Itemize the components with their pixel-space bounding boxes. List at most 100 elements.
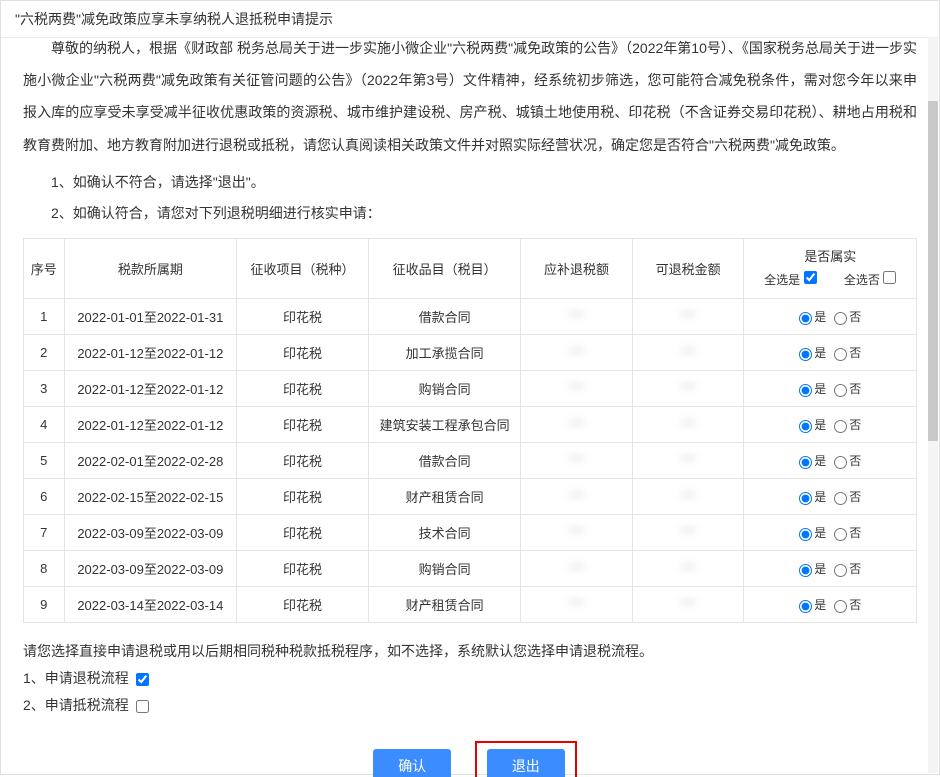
row-yes[interactable]: 是 (799, 418, 826, 432)
cell-supp: *** (521, 479, 633, 515)
cell-supp: *** (521, 371, 633, 407)
row-no-radio[interactable] (834, 600, 847, 613)
th-taxtype: 征收项目（税种） (237, 239, 369, 299)
process-refund-checkbox[interactable] (136, 673, 149, 686)
row-yes[interactable]: 是 (799, 562, 826, 576)
row-yes[interactable]: 是 (799, 598, 826, 612)
row-no-radio[interactable] (834, 528, 847, 541)
cell-refund: *** (632, 587, 744, 623)
confirm-button[interactable]: 确认 (373, 749, 451, 777)
cell-verify: 是否 (744, 479, 917, 515)
scrollbar-thumb[interactable] (928, 101, 938, 441)
row-no[interactable]: 否 (834, 562, 861, 576)
row-no-radio[interactable] (834, 564, 847, 577)
select-all-no[interactable]: 全选否 (844, 271, 896, 290)
cell-verify: 是否 (744, 587, 917, 623)
cell-period: 2022-02-15至2022-02-15 (64, 479, 237, 515)
cell-taxtype: 印花税 (237, 407, 369, 443)
row-no[interactable]: 否 (834, 310, 861, 324)
row-yes-radio[interactable] (799, 492, 812, 505)
row-yes[interactable]: 是 (799, 490, 826, 504)
cell-item: 借款合同 (368, 299, 520, 335)
row-no-radio[interactable] (834, 492, 847, 505)
row-no[interactable]: 否 (834, 382, 861, 396)
th-refund: 可退税金额 (632, 239, 744, 299)
row-yes-radio[interactable] (799, 420, 812, 433)
cell-seq: 3 (24, 371, 65, 407)
cell-taxtype: 印花税 (237, 443, 369, 479)
row-yes[interactable]: 是 (799, 382, 826, 396)
table-row: 52022-02-01至2022-02-28印花税借款合同******是否 (24, 443, 917, 479)
row-yes-radio[interactable] (799, 348, 812, 361)
cell-seq: 4 (24, 407, 65, 443)
row-yes-radio[interactable] (799, 600, 812, 613)
table-row: 62022-02-15至2022-02-15印花税财产租赁合同******是否 (24, 479, 917, 515)
select-all-yes-checkbox[interactable] (804, 271, 817, 284)
cell-period: 2022-01-12至2022-01-12 (64, 371, 237, 407)
cell-refund: *** (632, 551, 744, 587)
row-no[interactable]: 否 (834, 418, 861, 432)
button-row: 确认 退出 (23, 741, 917, 777)
cell-verify: 是否 (744, 371, 917, 407)
cell-refund: *** (632, 371, 744, 407)
cell-refund: *** (632, 299, 744, 335)
cell-seq: 2 (24, 335, 65, 371)
row-no-radio[interactable] (834, 420, 847, 433)
cell-period: 2022-01-12至2022-01-12 (64, 407, 237, 443)
cell-seq: 1 (24, 299, 65, 335)
cell-period: 2022-01-12至2022-01-12 (64, 335, 237, 371)
process-credit-checkbox[interactable] (136, 700, 149, 713)
cell-supp: *** (521, 551, 633, 587)
row-no-radio[interactable] (834, 312, 847, 325)
row-no-radio[interactable] (834, 384, 847, 397)
cell-supp: *** (521, 335, 633, 371)
cell-period: 2022-02-01至2022-02-28 (64, 443, 237, 479)
row-no[interactable]: 否 (834, 454, 861, 468)
row-yes[interactable]: 是 (799, 310, 826, 324)
select-all-no-checkbox[interactable] (883, 271, 896, 284)
table-row: 32022-01-12至2022-01-12印花税购销合同******是否 (24, 371, 917, 407)
table-row: 22022-01-12至2022-01-12印花税加工承揽合同******是否 (24, 335, 917, 371)
row-yes-radio[interactable] (799, 456, 812, 469)
row-no[interactable]: 否 (834, 526, 861, 540)
row-no-radio[interactable] (834, 456, 847, 469)
cell-verify: 是否 (744, 335, 917, 371)
row-yes[interactable]: 是 (799, 454, 826, 468)
table-row: 72022-03-09至2022-03-09印花税技术合同******是否 (24, 515, 917, 551)
cell-item: 技术合同 (368, 515, 520, 551)
th-item: 征收品目（税目） (368, 239, 520, 299)
cell-item: 财产租赁合同 (368, 479, 520, 515)
cell-verify: 是否 (744, 299, 917, 335)
th-seq: 序号 (24, 239, 65, 299)
cell-item: 购销合同 (368, 371, 520, 407)
cell-refund: *** (632, 407, 744, 443)
row-yes[interactable]: 是 (799, 526, 826, 540)
modal-title: "六税两费"减免政策应享未享纳税人退抵税申请提示 (1, 1, 939, 38)
cell-supp: *** (521, 443, 633, 479)
row-yes-radio[interactable] (799, 384, 812, 397)
cell-period: 2022-03-09至2022-03-09 (64, 551, 237, 587)
cell-period: 2022-03-09至2022-03-09 (64, 515, 237, 551)
row-no-radio[interactable] (834, 348, 847, 361)
cell-item: 加工承揽合同 (368, 335, 520, 371)
row-yes-radio[interactable] (799, 312, 812, 325)
row-no[interactable]: 否 (834, 598, 861, 612)
cell-seq: 8 (24, 551, 65, 587)
cell-supp: *** (521, 407, 633, 443)
process-options: 1、申请退税流程 2、申请抵税流程 (23, 665, 917, 718)
row-no[interactable]: 否 (834, 490, 861, 504)
select-all-yes[interactable]: 全选是 (764, 271, 816, 290)
row-no[interactable]: 否 (834, 346, 861, 360)
cell-supp: *** (521, 587, 633, 623)
cell-taxtype: 印花税 (237, 335, 369, 371)
row-yes[interactable]: 是 (799, 346, 826, 360)
cell-taxtype: 印花税 (237, 551, 369, 587)
cell-period: 2022-01-01至2022-01-31 (64, 299, 237, 335)
cell-supp: *** (521, 515, 633, 551)
note-2: 2、如确认符合，请您对下列退税明细进行核实申请： (23, 198, 917, 229)
cell-refund: *** (632, 335, 744, 371)
cell-seq: 6 (24, 479, 65, 515)
row-yes-radio[interactable] (799, 564, 812, 577)
row-yes-radio[interactable] (799, 528, 812, 541)
exit-button[interactable]: 退出 (487, 749, 565, 777)
